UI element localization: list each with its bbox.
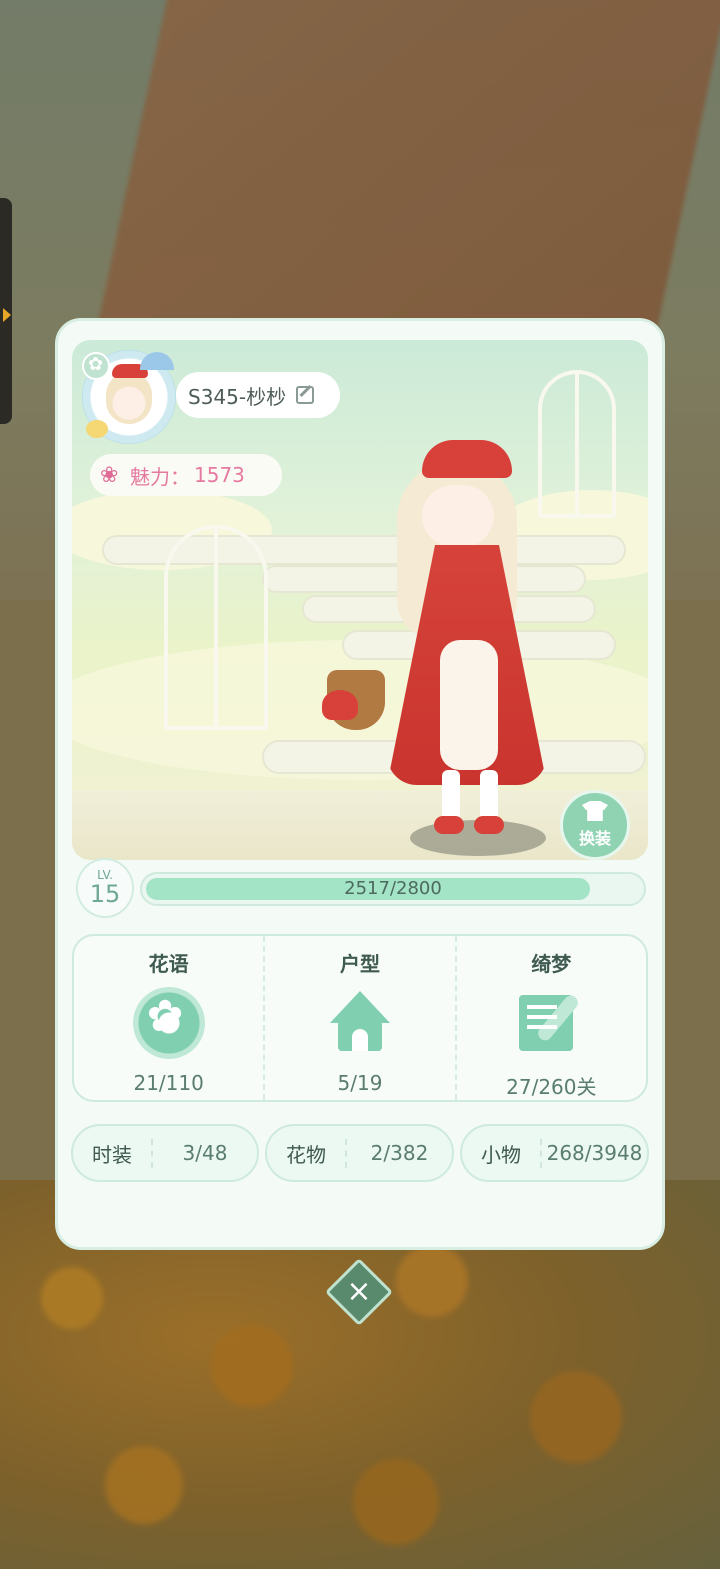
stat-value: 27/260关 (506, 1075, 597, 1099)
experience-text: 2517/2800 (344, 878, 442, 899)
level-badge: LV. 15 (76, 858, 134, 918)
edit-icon[interactable] (296, 386, 315, 404)
collection-label: 时装 (73, 1138, 153, 1168)
stat-house-type[interactable]: 户型 5/19 (263, 936, 454, 1100)
charm-value: 1573 (194, 463, 245, 487)
side-drawer-tab[interactable] (0, 198, 12, 424)
level-number: 15 (89, 880, 121, 908)
collection-pill-items[interactable]: 小物 268/3948 (460, 1124, 649, 1182)
stat-dream[interactable]: 绮梦 27/260关 (454, 936, 646, 1100)
stats-box: 花语 21/110 户型 5/19 绮梦 27/260关 (72, 934, 648, 1102)
player-name: S345-杪杪 (188, 384, 287, 409)
collection-label: 小物 (462, 1138, 542, 1168)
collection-value: 3/48 (182, 1141, 228, 1165)
change-outfit-button[interactable]: 换装 (560, 790, 630, 860)
player-name-pill[interactable]: S345-杪杪 (176, 372, 340, 418)
shirt-icon (582, 801, 608, 821)
stat-value: 5/19 (337, 1071, 383, 1095)
avatar[interactable] (82, 350, 176, 444)
stat-title: 花语 (148, 952, 189, 976)
collection-value: 268/3948 (546, 1141, 643, 1165)
charm-pill: ❀ 魅力： 1573 (90, 454, 282, 496)
collection-pill-flowers[interactable]: 花物 2/382 (265, 1124, 454, 1182)
house-icon (324, 987, 396, 1059)
collection-value: 2/382 (370, 1141, 429, 1165)
lotus-icon: ❀ (100, 462, 119, 488)
flower-badge-icon (82, 352, 110, 380)
flower-icon (132, 987, 205, 1059)
experience-bar: 2517/2800 (140, 872, 646, 906)
stat-title: 户型 (339, 952, 380, 976)
character-figure[interactable] (322, 440, 577, 860)
close-icon: × (346, 1274, 372, 1309)
duck-icon (86, 420, 108, 438)
stat-value: 21/110 (133, 1071, 204, 1095)
chevron-right-icon (3, 308, 11, 322)
stat-title: 绮梦 (531, 952, 572, 976)
stat-flower-language[interactable]: 花语 21/110 (74, 936, 263, 1100)
change-outfit-label: 换装 (578, 829, 611, 848)
collection-label: 花物 (267, 1138, 347, 1168)
collection-pill-fashion[interactable]: 时装 3/48 (71, 1124, 259, 1182)
dream-letter-icon (515, 987, 587, 1059)
charm-label: 魅力： (130, 464, 190, 489)
